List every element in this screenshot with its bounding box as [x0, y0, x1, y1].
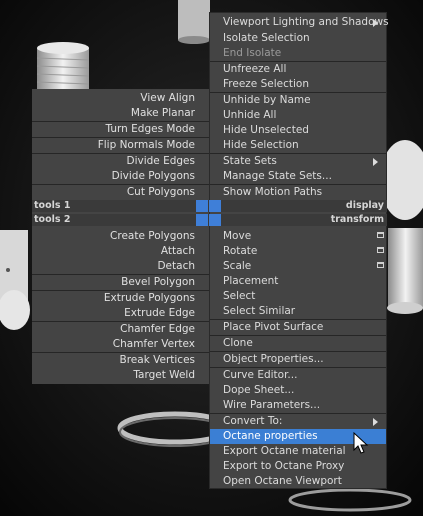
menu-item-viewport-lighting[interactable]: Viewport Lighting and Shadows: [210, 15, 389, 30]
quad-menu-right: Viewport Lighting and Shadows Isolate Se…: [209, 12, 389, 489]
menu-item-state-sets[interactable]: State Sets: [210, 154, 386, 169]
menu-item-create-polygons[interactable]: Create Polygons: [32, 229, 209, 244]
menu-item-convert-to[interactable]: Convert To:: [210, 414, 386, 429]
menu-item-label: Convert To:: [223, 415, 283, 427]
menu-item-select[interactable]: Select: [210, 289, 386, 304]
menu-item-dope-sheet[interactable]: Dope Sheet...: [210, 383, 386, 398]
bottle-object-left: [0, 230, 30, 330]
menu-item-export-octane-proxy[interactable]: Export to Octane Proxy: [210, 459, 386, 474]
menu-item-make-planar[interactable]: Make Planar: [32, 106, 209, 121]
menu-item-label: Scale: [223, 260, 252, 272]
menu-item-label: Move: [223, 230, 252, 242]
settings-box-icon[interactable]: [377, 262, 384, 268]
menu-item-hide-selection[interactable]: Hide Selection: [210, 138, 386, 153]
threaded-cap-object: [36, 42, 90, 92]
menu-item-flip-normals-mode[interactable]: Flip Normals Mode: [32, 138, 209, 153]
menu-item-select-similar[interactable]: Select Similar: [210, 304, 386, 319]
menu-item-placement[interactable]: Placement: [210, 274, 386, 289]
menu-item-chamfer-vertex[interactable]: Chamfer Vertex: [32, 337, 209, 352]
menu-item-label: State Sets: [223, 155, 277, 167]
menu-item-turn-edges-mode[interactable]: Turn Edges Mode: [32, 122, 209, 137]
menu-item-hide-unselected[interactable]: Hide Unselected: [210, 123, 386, 138]
menu-item-place-pivot-surface[interactable]: Place Pivot Surface: [210, 320, 386, 335]
cylinder-object: [178, 0, 210, 40]
menu-item-open-octane-viewport[interactable]: Open Octane Viewport: [210, 474, 386, 489]
menu-item-divide-polygons[interactable]: Divide Polygons: [32, 169, 209, 184]
menu-item-bevel-polygon[interactable]: Bevel Polygon: [32, 275, 209, 290]
menu-item-unhide-all[interactable]: Unhide All: [210, 108, 386, 123]
menu-item-wire-parameters[interactable]: Wire Parameters...: [210, 398, 386, 413]
menu-item-view-align[interactable]: View Align: [32, 91, 209, 106]
menu-item-manage-state-sets[interactable]: Manage State Sets...: [210, 169, 386, 184]
quad-selector-square[interactable]: [196, 214, 208, 226]
menu-item-scale[interactable]: Scale: [210, 259, 386, 274]
quad-label-transform: transform: [330, 214, 384, 225]
quad-header-tools1-display: tools 1 display: [32, 200, 387, 212]
menu-item-object-properties[interactable]: Object Properties...: [210, 352, 386, 367]
menu-item-break-vertices[interactable]: Break Vertices: [32, 353, 209, 368]
menu-item-unfreeze-all[interactable]: Unfreeze All: [210, 62, 386, 77]
quad-header-tools2-transform: tools 2 transform: [32, 214, 387, 226]
settings-box-icon[interactable]: [377, 247, 384, 253]
menu-item-chamfer-edge[interactable]: Chamfer Edge: [32, 322, 209, 337]
menu-item-unhide-by-name[interactable]: Unhide by Name: [210, 93, 386, 108]
settings-box-icon[interactable]: [377, 232, 384, 238]
menu-item-divide-edges[interactable]: Divide Edges: [32, 154, 209, 169]
menu-item-label: Viewport Lighting and Shadows: [223, 16, 389, 28]
menu-item-attach[interactable]: Attach: [32, 244, 209, 259]
quad-label-display: display: [345, 200, 384, 211]
quad-selector-square[interactable]: [209, 200, 221, 212]
menu-item-label: Rotate: [223, 245, 258, 257]
quad-label-tools2: tools 2: [34, 214, 71, 225]
submenu-arrow-icon: [373, 418, 378, 426]
menu-item-end-isolate: End Isolate: [223, 47, 282, 59]
menu-item-isolate-selection[interactable]: Isolate Selection: [210, 31, 386, 46]
menu-item-move[interactable]: Move: [210, 229, 386, 244]
menu-item-target-weld[interactable]: Target Weld: [32, 368, 209, 383]
menu-item-curve-editor[interactable]: Curve Editor...: [210, 368, 386, 383]
menu-item-freeze-selection[interactable]: Freeze Selection: [210, 77, 386, 92]
menu-item-clone[interactable]: Clone: [210, 336, 386, 351]
menu-item-extrude-edge[interactable]: Extrude Edge: [32, 306, 209, 321]
quad-selector-square[interactable]: [196, 200, 208, 212]
mouse-pointer-icon: [353, 432, 369, 454]
quad-selector-square[interactable]: [209, 214, 221, 226]
menu-item-show-motion-paths[interactable]: Show Motion Paths: [210, 185, 386, 200]
menu-item-rotate[interactable]: Rotate: [210, 244, 386, 259]
submenu-arrow-icon: [373, 19, 378, 27]
quad-menu-left: View Align Make Planar Turn Edges Mode F…: [32, 89, 209, 384]
menu-item-extrude-polygons[interactable]: Extrude Polygons: [32, 291, 209, 306]
submenu-arrow-icon: [373, 158, 378, 166]
menu-item-detach[interactable]: Detach: [32, 259, 209, 274]
quad-label-tools1: tools 1: [34, 200, 71, 211]
menu-item-cut-polygons[interactable]: Cut Polygons: [32, 185, 209, 200]
